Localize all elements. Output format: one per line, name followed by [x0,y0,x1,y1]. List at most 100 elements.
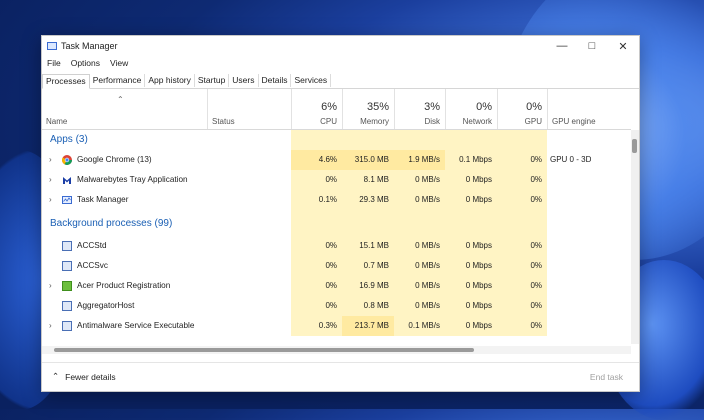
footer-bar: ⌃ Fewer details End task [42,362,639,391]
task-manager-window: Task Manager — □ ✕ File Options View Pro… [41,35,640,392]
horizontal-scroll-thumb[interactable] [54,348,474,352]
service-app-icon [62,261,72,271]
tab-app-history[interactable]: App history [145,74,195,87]
title-bar[interactable]: Task Manager — □ ✕ [42,36,639,56]
expand-chevron-icon[interactable]: › [49,150,52,170]
acer-registration-icon [62,281,72,291]
cpu-value: 4.6% [291,150,342,170]
heat-cell-empty [445,210,497,236]
menu-view[interactable]: View [105,56,133,70]
group-header-apps[interactable]: Apps (3) [42,130,631,150]
gpu-value: 0% [497,190,547,210]
close-button[interactable]: ✕ [608,36,638,56]
tab-users[interactable]: Users [229,74,259,87]
minimize-button[interactable]: — [547,36,577,56]
process-row[interactable]: 0% 0 Mbps 0 MB/s 15.1 MB 0% ACCStd [42,236,631,256]
maximize-button[interactable]: □ [577,36,607,56]
expand-chevron-icon[interactable]: › [49,316,52,336]
tab-details[interactable]: Details [259,74,292,87]
network-value: 0 Mbps [445,296,497,316]
heat-cell-empty [497,130,547,150]
column-name-header[interactable]: Name [42,89,207,129]
process-row[interactable]: 0% 0 Mbps 0 MB/s 8.1 MB 0% › Malwarebytes Tr… [42,170,631,190]
column-gpu-header[interactable]: 0% GPU [497,89,547,129]
vertical-scrollbar[interactable] [631,130,639,344]
heat-cell-empty [342,130,394,150]
tab-startup[interactable]: Startup [195,74,230,87]
memory-value: 15.1 MB [342,236,394,256]
network-value: 0.1 Mbps [445,150,497,170]
tab-processes[interactable]: Processes [42,74,90,89]
column-memory-header[interactable]: 35% Memory [342,89,394,129]
column-network-label: Network [462,117,492,126]
process-row[interactable]: 0% 0 Mbps 0 MB/s 0.7 MB 0% ACCSvc [42,256,631,276]
column-disk-header[interactable]: 3% Disk [394,89,445,129]
menu-file[interactable]: File [42,56,66,70]
service-app-icon [62,321,72,331]
service-app-icon [62,241,72,251]
memory-value: 29.3 MB [342,190,394,210]
group-title-apps: Apps (3) [50,134,88,145]
tab-performance[interactable]: Performance [90,74,146,87]
process-name: Malwarebytes Tray Application [77,175,188,184]
fewer-details-label: Fewer details [65,371,116,382]
network-value: 0 Mbps [445,190,497,210]
gpu-value: 0% [497,256,547,276]
process-name: Google Chrome (13) [77,155,152,164]
group-title-background: Background processes (99) [50,218,173,229]
network-value: 0 Mbps [445,170,497,190]
gpu-engine-value: GPU 0 - 3D [550,155,592,164]
tab-services[interactable]: Services [291,74,332,87]
process-list: Apps (3) 0% 0.1 Mbps 1.9 MB/s 315.0 MB 4.6% … [42,130,631,344]
tab-bar: Processes Performance App history Startu… [42,74,639,89]
process-row[interactable]: 0% 0 Mbps 0 MB/s 29.3 MB 0.1% › Task Manager [42,190,631,210]
gpu-value: 0% [497,276,547,296]
cpu-value: 0% [291,256,342,276]
menu-options[interactable]: Options [66,56,105,70]
process-row[interactable]: 0% 0 Mbps 0 MB/s 16.9 MB 0% › Acer Product R… [42,276,631,296]
expand-chevron-icon[interactable]: › [49,190,52,210]
column-memory-label: Memory [360,117,389,126]
column-status-header[interactable]: Status [207,89,291,129]
column-name-label: Name [46,117,68,126]
gpu-value: 0% [497,236,547,256]
column-gpu-engine-label: GPU engine [552,117,596,126]
disk-value: 1.9 MB/s [394,150,445,170]
network-value: 0 Mbps [445,276,497,296]
group-header-background[interactable]: Background processes (99) [42,210,631,236]
window-title: Task Manager [61,41,118,51]
process-row[interactable]: 0% 0.1 Mbps 1.9 MB/s 315.0 MB 4.6% › Google … [42,150,631,170]
gpu-value: 0% [497,296,547,316]
malwarebytes-icon [62,175,72,185]
end-task-button[interactable]: End task [590,372,623,382]
heat-cell-empty [497,210,547,236]
process-row[interactable]: 0% 0 Mbps 0.1 MB/s 213.7 MB 0.3% › Antimalwa… [42,316,631,336]
gpu-value: 0% [497,316,547,336]
network-value: 0 Mbps [445,256,497,276]
disk-value: 0 MB/s [394,236,445,256]
heat-cell-empty [445,130,497,150]
process-name: AggregatorHost [77,301,135,310]
disk-value: 0 MB/s [394,296,445,316]
vertical-scroll-thumb[interactable] [632,139,637,153]
fewer-details-button[interactable]: ⌃ Fewer details [52,371,116,382]
expand-chevron-icon[interactable]: › [49,276,52,296]
process-row[interactable]: 0% 0 Mbps 0 MB/s 0.8 MB 0% AggregatorHost [42,296,631,316]
disk-value: 0 MB/s [394,276,445,296]
memory-total: 35% [366,101,389,113]
chevron-up-icon: ⌃ [52,371,60,381]
expand-chevron-icon[interactable]: › [49,170,52,190]
column-cpu-label: CPU [320,117,337,126]
cpu-value: 0% [291,170,342,190]
heat-cell-empty [342,210,394,236]
network-total: 0% [476,101,492,113]
gpu-value: 0% [497,150,547,170]
column-gpu-engine-header[interactable]: GPU engine [547,89,631,129]
column-header: ⌃ Name Status 6% CPU 35% Memory 3% Disk … [42,89,631,130]
menu-bar: File Options View [42,56,133,70]
horizontal-scrollbar[interactable] [42,346,631,354]
cpu-value: 0% [291,276,342,296]
column-cpu-header[interactable]: 6% CPU [291,89,342,129]
service-app-icon [62,301,72,311]
column-network-header[interactable]: 0% Network [445,89,497,129]
